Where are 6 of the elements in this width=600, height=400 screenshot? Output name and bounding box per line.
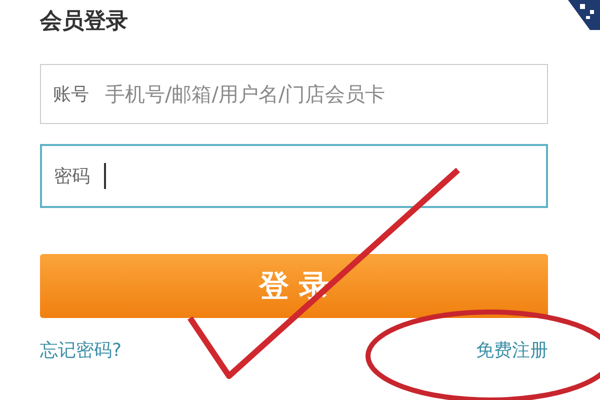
account-field[interactable]: 账号 手机号/邮箱/用户名/门店会员卡 [40, 64, 548, 124]
password-field[interactable]: 密码 [40, 144, 548, 208]
forgot-password-link[interactable]: 忘记密码? [40, 338, 122, 362]
form-title: 会员登录 [40, 8, 129, 36]
register-link[interactable]: 免费注册 [476, 338, 548, 362]
account-input[interactable]: 手机号/邮箱/用户名/门店会员卡 [103, 81, 547, 107]
